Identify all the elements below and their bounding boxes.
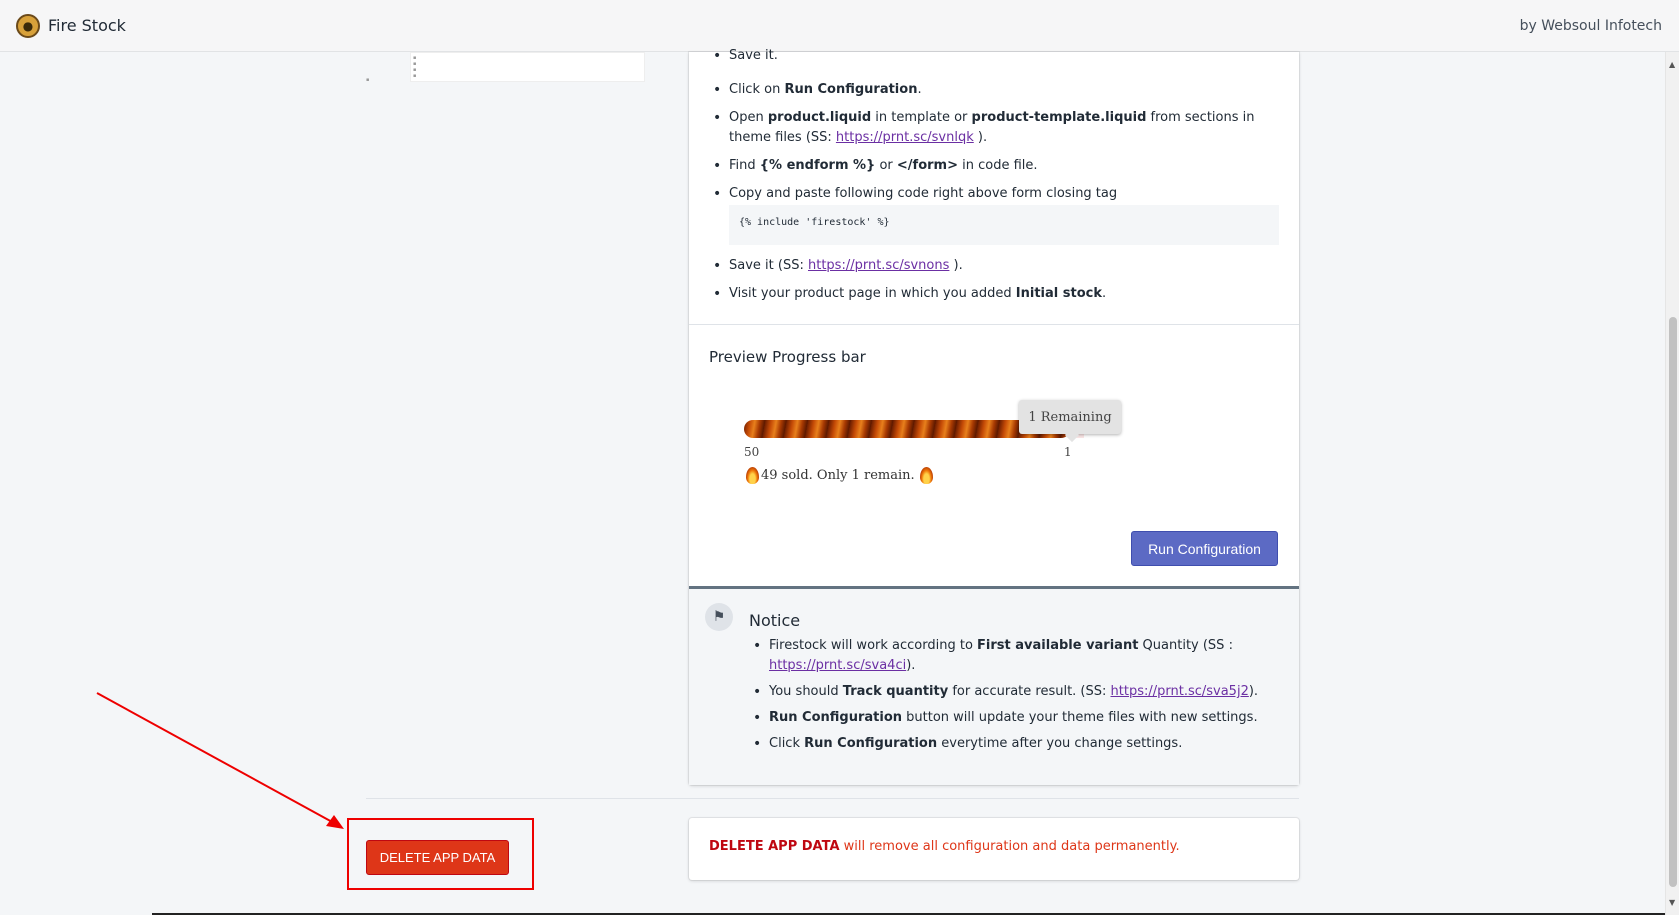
app-header: ● Fire Stock by Websoul Infotech (0, 0, 1679, 52)
vendor-label: by Websoul Infotech (1519, 18, 1662, 34)
progress-end-label: 1 (1064, 445, 1072, 459)
fire-icon (746, 467, 759, 484)
link-svnons[interactable]: https://prnt.sc/svnons (808, 258, 949, 273)
section-divider (689, 324, 1299, 325)
fire-icon (919, 467, 933, 484)
notice-item: Click Run Configuration everytime after … (753, 734, 1273, 754)
screenshot-thumbnail: ▪ ▪ ▪ ▪ (410, 52, 645, 82)
delete-warning-bold: DELETE APP DATA (709, 839, 840, 854)
flag-icon: ⚑ (705, 603, 733, 631)
delete-app-data-button[interactable]: DELETE APP DATA (366, 840, 509, 875)
step-save: Save it. (713, 46, 1273, 66)
progress-start-label: 50 (744, 445, 760, 459)
step-visit-product: Visit your product page in which you add… (713, 284, 1273, 304)
run-configuration-button[interactable]: Run Configuration (1131, 531, 1278, 566)
delete-warning-card: DELETE APP DATA will remove all configur… (689, 818, 1299, 880)
link-sva4ci[interactable]: https://prnt.sc/sva4ci (769, 658, 906, 673)
app-title: Fire Stock (48, 16, 126, 35)
step-copy-paste: Copy and paste following code right abov… (713, 184, 1273, 204)
scrollbar-thumb[interactable] (1669, 317, 1677, 887)
remaining-tooltip: 1 Remaining (1019, 400, 1121, 434)
app-logo-icon: ● (16, 14, 40, 38)
step-run-config: Click on Run Configuration. (713, 80, 1273, 100)
scroll-up-icon[interactable]: ▲ (1669, 60, 1675, 69)
vertical-scrollbar[interactable]: ▲ ▼ (1665, 52, 1679, 915)
arrow-head (326, 815, 344, 829)
delete-warning-text: will remove all configuration and data p… (839, 839, 1180, 854)
arrow-line (96, 692, 335, 824)
notice-title: Notice (749, 611, 801, 630)
notice-box: ⚑ Notice Firestock will work according t… (689, 586, 1299, 785)
notice-item: Run Configuration button will update you… (753, 708, 1273, 728)
thumbnail-content: ▪ ▪ ▪ ▪ (413, 55, 417, 79)
scroll-down-icon[interactable]: ▼ (1669, 898, 1675, 907)
step-open-template: Open product.liquid in template or produ… (713, 108, 1273, 148)
notice-item: You should Track quantity for accurate r… (753, 682, 1273, 702)
step-find-endform: Find {% endform %} or </form> in code fi… (713, 156, 1273, 176)
preview-title: Preview Progress bar (709, 348, 866, 366)
steps-list: Save it. Click on Run Configuration. Ope… (713, 46, 1273, 312)
link-svnlqk[interactable]: https://prnt.sc/svnlqk (836, 130, 974, 145)
highlight-box: DELETE APP DATA (347, 818, 534, 890)
step-save-it: Save it (SS: https://prnt.sc/svnons ). (713, 256, 1273, 276)
link-sva5j2[interactable]: https://prnt.sc/sva5j2 (1111, 684, 1249, 699)
thumbnail-caption: ▪ (366, 77, 370, 83)
instructions-card: Save it. Click on Run Configuration. Ope… (689, 46, 1299, 785)
sold-text: 49 sold. Only 1 remain. (761, 468, 915, 483)
code-snippet[interactable]: {% include 'firestock' %} (729, 205, 1279, 245)
notice-item: Firestock will work according to First a… (753, 636, 1273, 676)
sold-message: 49 sold. Only 1 remain. (744, 467, 935, 484)
notice-list: Firestock will work according to First a… (753, 636, 1273, 760)
bottom-divider (366, 798, 1299, 799)
